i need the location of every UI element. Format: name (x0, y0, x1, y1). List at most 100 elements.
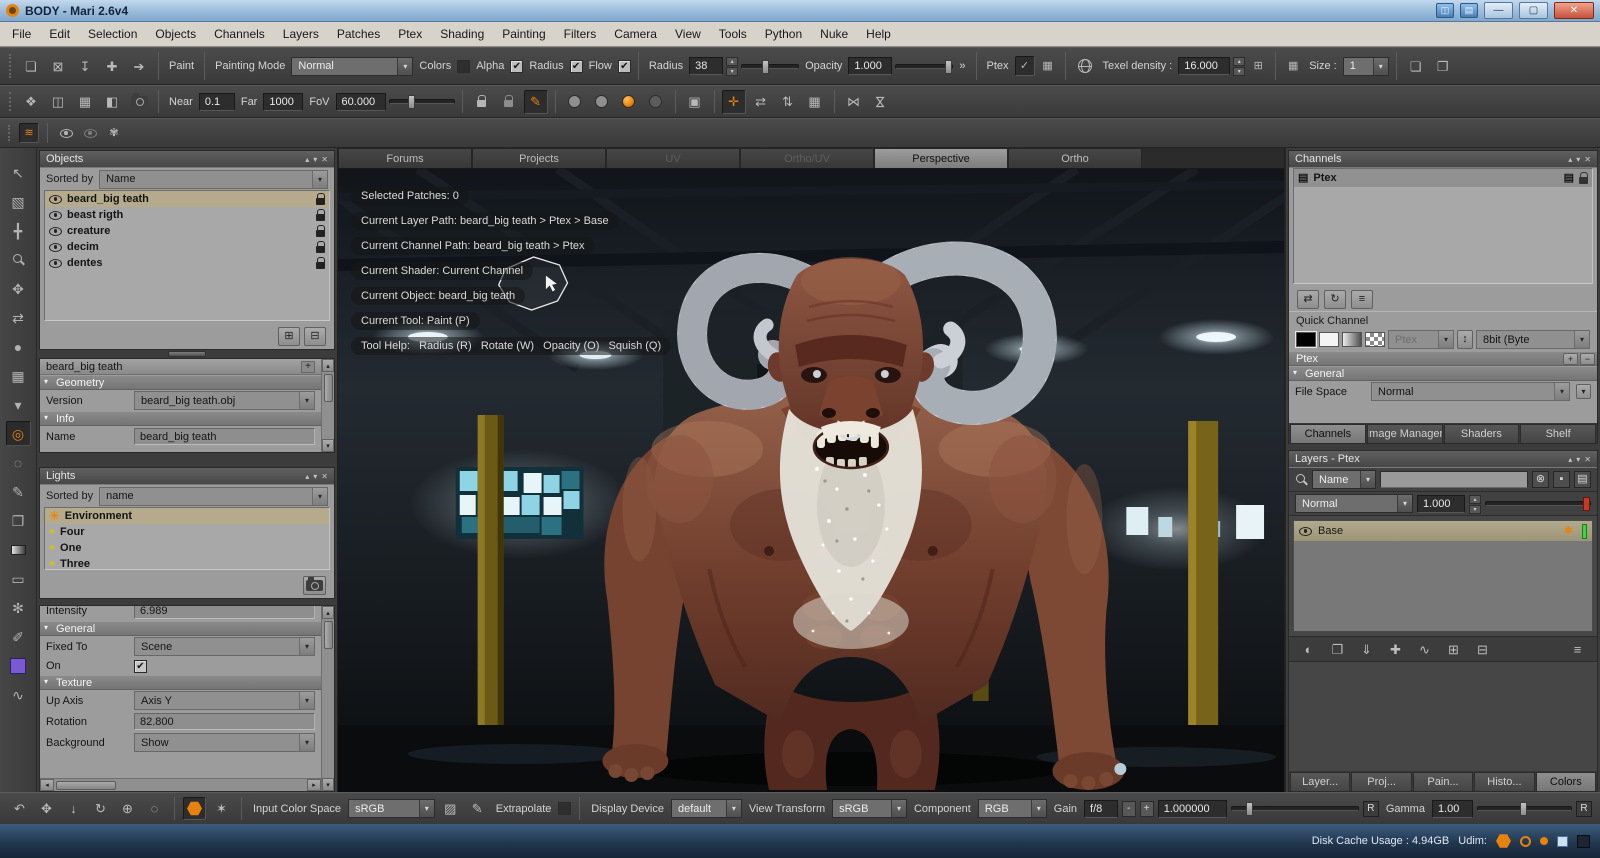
mirror-vertical-icon[interactable] (776, 90, 800, 114)
lasso-icon[interactable] (143, 797, 166, 820)
light-camera-icon[interactable] (303, 576, 326, 595)
channel-refresh-icon[interactable] (1324, 289, 1346, 309)
paint-lock-icon[interactable] (523, 89, 548, 114)
gain-slider[interactable] (1230, 802, 1359, 816)
radius-stepper[interactable]: ▴ ▾ (726, 57, 739, 76)
panel-tab[interactable]: Proj... (1351, 772, 1412, 791)
objects-list[interactable]: beard_big teath beast rigth creature dec… (44, 190, 330, 321)
toolbar-overflow-chevron[interactable]: » (959, 60, 965, 72)
panel-float-icon[interactable]: ▾ (1576, 455, 1580, 464)
texel-density-stepper[interactable]: ▴ ▾ (1233, 57, 1246, 76)
up-axis-select[interactable]: Axis Y (134, 691, 315, 710)
near-value[interactable]: 0.1 (198, 92, 235, 111)
falloff-soft-icon[interactable] (590, 90, 614, 114)
layers-panel-header[interactable]: Layers - Ptex ▴ ▾ ✕ (1289, 451, 1597, 467)
pin-tool-icon[interactable] (6, 392, 31, 417)
object-list-item[interactable]: beard_big teath (45, 191, 329, 207)
lights-sort-select[interactable]: name (99, 486, 328, 506)
object-list-item[interactable]: dentes (45, 255, 329, 271)
run-script-icon[interactable] (127, 54, 151, 78)
gain-minus-button[interactable]: - (1121, 800, 1136, 817)
file-space-select[interactable]: Normal (1371, 382, 1570, 401)
visibility-eye-icon[interactable] (49, 242, 62, 252)
channel-list-item[interactable]: Ptex (1294, 169, 1592, 187)
lock-icon[interactable] (1579, 171, 1588, 184)
radius-value[interactable]: 38 (689, 57, 724, 75)
panel-tab[interactable]: Image Manager (1366, 424, 1443, 443)
channels-list[interactable]: Ptex (1293, 168, 1593, 284)
opacity-slider[interactable] (895, 59, 954, 74)
rotate-icon[interactable] (89, 797, 112, 820)
quad-view-icon[interactable] (73, 90, 97, 114)
on-checkbox[interactable] (134, 659, 147, 673)
panel-float-icon[interactable]: ▾ (313, 472, 317, 481)
lock-icon[interactable] (316, 192, 325, 205)
lights-list[interactable]: Environment Four One (44, 507, 330, 570)
gradient-tool-icon[interactable] (6, 537, 31, 562)
channel-transfer-icon[interactable] (1297, 289, 1319, 309)
visibility-eye-icon[interactable] (49, 258, 62, 268)
texel-density-value[interactable]: 16.000 (1178, 57, 1231, 75)
transparent-color-swatch[interactable] (1365, 332, 1385, 347)
objects-sort-select[interactable]: Name (99, 169, 328, 189)
falloff-sphere-icon[interactable] (617, 90, 641, 114)
lock-view-icon[interactable] (470, 90, 494, 114)
perspective-view-icon[interactable] (19, 90, 43, 114)
gamma-slider[interactable] (1477, 802, 1573, 816)
zoom-tool-icon[interactable] (6, 247, 31, 272)
toolbar-handle[interactable] (9, 92, 13, 111)
radius-slider[interactable] (741, 59, 800, 74)
eyedropper-tool-icon[interactable] (6, 624, 31, 649)
smear-tool-icon[interactable] (6, 682, 31, 707)
bit-depth-select[interactable]: 8bit (Byte (1476, 330, 1590, 349)
3d-viewport-canvas[interactable]: Selected Patches: 0 Current Layer Path: b… (338, 169, 1284, 792)
channels-panel-header[interactable]: Channels ▴ ▾ ✕ (1289, 151, 1597, 167)
light-list-item[interactable]: Four (45, 524, 329, 540)
menu-item[interactable]: Patches (328, 22, 389, 46)
smudge-tool-icon[interactable] (6, 334, 31, 359)
panel-collapse-icon[interactable]: ▴ (305, 472, 309, 481)
horizontal-scrollbar[interactable] (40, 778, 321, 791)
blend-mode-select[interactable]: Normal (1295, 494, 1413, 513)
name-field[interactable]: beard_big teath (134, 428, 315, 445)
panel-splitter[interactable] (39, 350, 335, 358)
paint-target-icon[interactable] (439, 797, 462, 820)
color-managed-toggle[interactable] (183, 797, 206, 820)
scroll-thumb[interactable] (323, 374, 333, 402)
symmetry-center-icon[interactable] (721, 89, 746, 114)
tray-icon-2[interactable]: ▤ (1460, 3, 1478, 18)
fixed-to-select[interactable]: Scene (134, 637, 315, 656)
viewport-tab[interactable]: UV (606, 148, 740, 168)
blur-tool-icon[interactable] (6, 450, 31, 475)
save-project-icon[interactable] (73, 54, 97, 78)
full-lighting-icon[interactable] (104, 123, 124, 143)
menu-item[interactable]: Layers (274, 22, 328, 46)
remove-object-version-icon[interactable] (304, 327, 326, 346)
fov-slider[interactable] (388, 95, 455, 109)
resize-grip[interactable] (1577, 834, 1590, 848)
gain-plus-button[interactable]: + (1139, 800, 1154, 817)
menu-item[interactable]: Filters (555, 22, 606, 46)
merge-layers-icon[interactable] (1355, 638, 1378, 661)
component-select[interactable]: RGB (977, 799, 1047, 818)
marquee-select-tool-icon[interactable] (6, 189, 31, 214)
duplicate-layer-icon[interactable] (1326, 638, 1349, 661)
titlebar[interactable]: BODY - Mari 2.6v4 ◫ ▤ — ▢ ✕ (0, 0, 1600, 22)
panel-tab[interactable]: Colors (1535, 772, 1597, 791)
paint-tool-icon[interactable] (5, 421, 31, 446)
scroll-right-icon[interactable] (307, 779, 321, 791)
layer-opacity-slider[interactable] (1485, 497, 1591, 511)
general-section-header[interactable]: General (1289, 366, 1597, 381)
remove-attribute-icon[interactable]: − (1580, 352, 1595, 365)
slider-thumb[interactable] (1583, 497, 1590, 511)
minimize-button[interactable]: — (1484, 2, 1513, 19)
falloff-hard-icon[interactable] (644, 90, 668, 114)
vertical-scrollbar[interactable] (321, 606, 334, 791)
menu-item[interactable]: Python (756, 22, 811, 46)
flat-lighting-icon[interactable] (56, 123, 76, 143)
menu-item[interactable]: View (666, 22, 710, 46)
menu-item[interactable]: Camera (605, 22, 666, 46)
pan-tool-icon[interactable] (6, 218, 31, 243)
white-color-swatch[interactable] (1319, 332, 1339, 347)
list-view-icon[interactable] (1574, 471, 1591, 488)
